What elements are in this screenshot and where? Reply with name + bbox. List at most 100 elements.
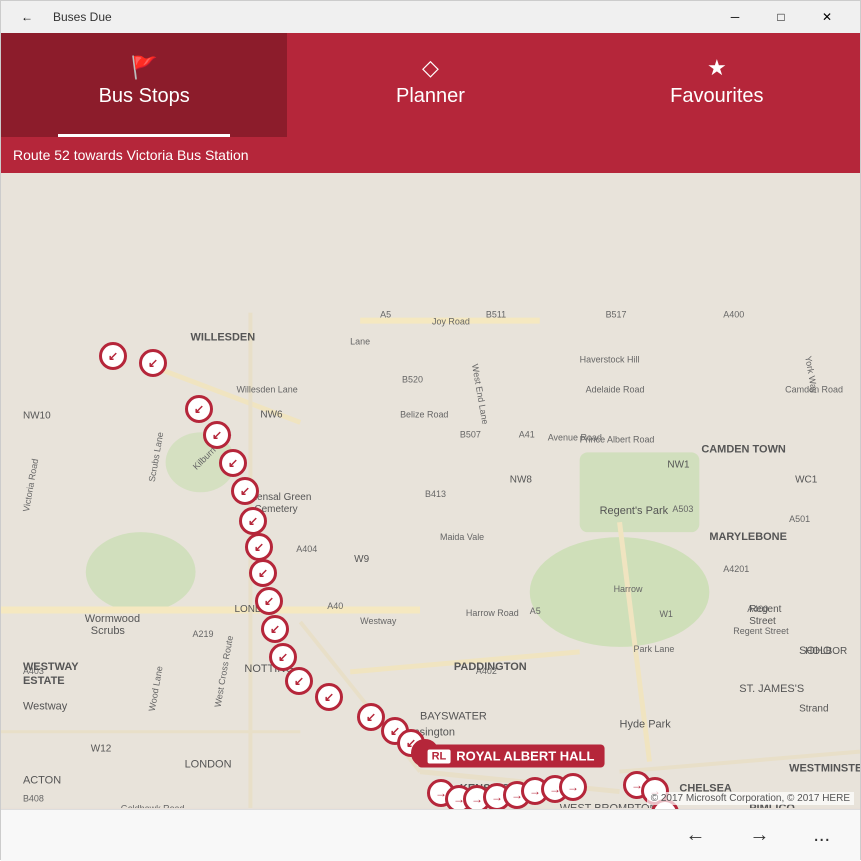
svg-text:Goldhawk Road: Goldhawk Road — [121, 804, 185, 808]
bus-stop-marker[interactable]: ↙ — [231, 477, 259, 505]
svg-text:Park Lane: Park Lane — [634, 644, 675, 654]
bus-stops-label: Bus Stops — [99, 85, 190, 108]
svg-text:A400: A400 — [723, 310, 744, 320]
svg-text:ACTON: ACTON — [23, 775, 61, 787]
svg-text:NW6: NW6 — [260, 409, 283, 420]
bus-stop-marker[interactable]: ↙ — [245, 533, 273, 561]
rah-text: ROYAL ALBERT HALL — [456, 749, 594, 764]
svg-text:Hyde Park: Hyde Park — [620, 719, 672, 731]
svg-text:Kensal Green: Kensal Green — [250, 492, 311, 503]
svg-text:Regent: Regent — [749, 604, 781, 615]
back-button[interactable]: ← — [11, 1, 43, 33]
svg-text:Belize Road: Belize Road — [400, 409, 448, 419]
svg-text:PADDINGTON: PADDINGTON — [454, 661, 527, 673]
svg-text:LONDON: LONDON — [185, 759, 232, 771]
more-options-button[interactable]: ... — [803, 818, 840, 853]
route-text: Route 52 towards Victoria Bus Station — [13, 147, 249, 163]
svg-text:WESTMINSTER: WESTMINSTER — [789, 763, 860, 775]
svg-text:WC1: WC1 — [795, 474, 818, 485]
bus-stop-marker[interactable]: → — [559, 773, 587, 801]
svg-text:Regent Street: Regent Street — [733, 626, 789, 636]
close-button[interactable]: ✕ — [804, 1, 850, 33]
svg-text:A5: A5 — [530, 606, 541, 616]
svg-text:Wormwood: Wormwood — [85, 613, 140, 625]
svg-text:W1: W1 — [659, 609, 672, 619]
forward-nav-button[interactable]: → — [739, 818, 779, 853]
svg-text:A41: A41 — [519, 429, 535, 439]
svg-text:Willesden Lane: Willesden Lane — [236, 384, 297, 394]
svg-text:NW1: NW1 — [667, 459, 690, 470]
favourites-icon: ★ — [707, 55, 727, 81]
tab-bus-stops[interactable]: 🚩 Bus Stops — [1, 33, 287, 137]
navigation-header: 🚩 Bus Stops ◇ Planner ★ Favourites — [1, 33, 860, 137]
svg-text:B507: B507 — [460, 429, 481, 439]
svg-text:Regent's Park: Regent's Park — [600, 505, 669, 517]
svg-text:B517: B517 — [606, 310, 627, 320]
window-controls: ─ □ ✕ — [712, 1, 850, 33]
svg-text:B408: B408 — [23, 794, 44, 804]
bus-stop-marker[interactable]: ↙ — [269, 643, 297, 671]
svg-text:Haverstock Hill: Haverstock Hill — [580, 355, 640, 365]
svg-text:Maida Vale: Maida Vale — [440, 532, 484, 542]
bus-stop-marker[interactable]: ↙ — [139, 349, 167, 377]
royal-albert-hall-label[interactable]: RL ROYAL ALBERT HALL — [418, 745, 605, 768]
svg-text:NW8: NW8 — [510, 474, 533, 485]
tab-planner[interactable]: ◇ Planner — [287, 33, 573, 137]
bottom-bar: ← → ... — [1, 809, 860, 861]
svg-text:Scrubs: Scrubs — [91, 625, 126, 637]
map-copyright: © 2017 Microsoft Corporation, © 2017 HER… — [647, 792, 854, 805]
bus-stop-marker[interactable]: ↙ — [285, 667, 313, 695]
svg-text:Avenue Road: Avenue Road — [548, 432, 602, 442]
svg-text:W9: W9 — [354, 554, 369, 565]
map-area[interactable]: A5 B511 B517 A400 B520 B507 A41 B413 A40… — [1, 173, 860, 809]
route-banner: Route 52 towards Victoria Bus Station — [1, 137, 860, 173]
svg-text:Adelaide Road: Adelaide Road — [586, 384, 645, 394]
bus-stop-marker[interactable]: ↙ — [239, 507, 267, 535]
minimize-button[interactable]: ─ — [712, 1, 758, 33]
svg-text:Strand: Strand — [799, 704, 828, 715]
svg-text:B511: B511 — [486, 310, 506, 320]
maximize-button[interactable]: □ — [758, 1, 804, 33]
tab-favourites[interactable]: ★ Favourites — [574, 33, 860, 137]
svg-text:A501: A501 — [789, 514, 810, 524]
svg-text:Westway: Westway — [23, 701, 68, 713]
svg-text:CAMDEN TOWN: CAMDEN TOWN — [701, 443, 786, 455]
rl-badge: RL — [428, 749, 451, 763]
svg-text:B520: B520 — [402, 375, 423, 385]
svg-text:A503: A503 — [672, 504, 693, 514]
bus-stop-marker[interactable]: ↙ — [249, 559, 277, 587]
bus-stop-marker[interactable]: ↙ — [315, 683, 343, 711]
svg-text:A4201: A4201 — [723, 564, 749, 574]
back-nav-button[interactable]: ← — [675, 818, 715, 853]
bus-stop-marker[interactable]: ↙ — [185, 395, 213, 423]
title-bar-left: ← Buses Due — [11, 1, 112, 33]
svg-text:Harrow: Harrow — [614, 584, 643, 594]
bus-stop-marker[interactable]: ↙ — [219, 449, 247, 477]
svg-text:WILLESDEN: WILLESDEN — [191, 332, 256, 344]
svg-text:Westway: Westway — [360, 616, 397, 626]
svg-text:ST. JAMES'S: ST. JAMES'S — [739, 683, 804, 695]
svg-text:ESTATE: ESTATE — [23, 675, 65, 687]
bus-stop-marker[interactable]: ↙ — [255, 587, 283, 615]
svg-text:Harrow Road: Harrow Road — [466, 608, 519, 618]
bus-stops-icon: 🚩 — [130, 55, 157, 81]
planner-icon: ◇ — [422, 55, 439, 81]
bus-stop-marker[interactable]: ↙ — [99, 342, 127, 370]
favourites-label: Favourites — [670, 85, 763, 108]
svg-text:A5: A5 — [380, 310, 391, 320]
svg-text:A404: A404 — [296, 544, 317, 554]
svg-text:Joy Road: Joy Road — [432, 317, 470, 327]
app-title: Buses Due — [53, 10, 112, 24]
svg-text:NW10: NW10 — [23, 410, 51, 421]
map-background: A5 B511 B517 A400 B520 B507 A41 B413 A40… — [1, 173, 860, 808]
svg-text:BAYSWATER: BAYSWATER — [420, 711, 487, 723]
svg-text:WESTWAY: WESTWAY — [23, 661, 79, 673]
bus-stop-marker[interactable]: ↙ — [261, 615, 289, 643]
svg-text:WEST BROMPTON: WEST BROMPTON — [560, 803, 658, 808]
svg-text:W12: W12 — [91, 744, 112, 755]
bus-stop-marker[interactable]: ↙ — [203, 421, 231, 449]
svg-text:B413: B413 — [425, 489, 446, 499]
svg-text:HOLBOR: HOLBOR — [805, 646, 847, 657]
svg-text:MARYLEBONE: MARYLEBONE — [709, 531, 787, 543]
svg-text:A40: A40 — [327, 601, 343, 611]
